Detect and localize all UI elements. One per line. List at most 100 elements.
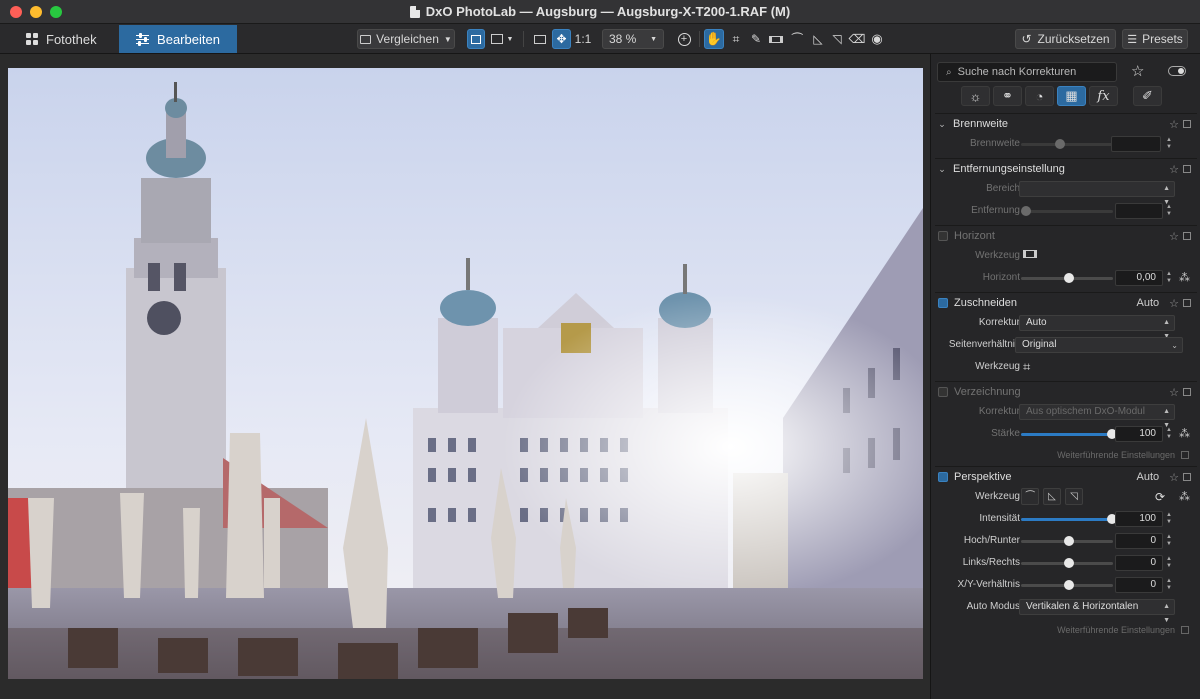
compare-button[interactable]: Vergleichen ▼ (357, 29, 455, 49)
magic-wand-icon[interactable]: ⁂ (1179, 490, 1190, 503)
links-value[interactable]: 0 (1115, 555, 1163, 571)
stepper-icon[interactable]: ▲ ▼ (1165, 512, 1173, 526)
value-field[interactable] (1111, 136, 1161, 152)
tab-geometry[interactable]: ▦ (1057, 86, 1086, 106)
reset-button[interactable]: ↺ Zurücksetzen (1015, 29, 1116, 49)
star-icon[interactable]: ☆ (1169, 163, 1179, 176)
magic-wand-icon[interactable]: ⁂ (1179, 271, 1190, 284)
search-input[interactable]: ⌕ Suche nach Korrekturen (937, 62, 1117, 82)
advanced-settings-link[interactable]: Weiterführende Einstellungen (1057, 450, 1189, 460)
tab-local-adjustments[interactable]: ✐ (1133, 86, 1162, 106)
image-canvas[interactable] (0, 54, 930, 699)
bereich-select[interactable]: ▲ ▼ (1019, 181, 1175, 206)
slider-knob[interactable] (1055, 139, 1065, 149)
slider-track[interactable] (1021, 429, 1117, 439)
tab-bearbeiten[interactable]: Bearbeiten (119, 25, 237, 53)
favorites-button[interactable]: ☆ (1131, 62, 1144, 80)
slider-track[interactable] (1021, 580, 1113, 590)
perspective-8pt-tool-button[interactable]: ◹ (827, 29, 847, 49)
zoom-select[interactable]: 38 % ▼ (602, 29, 664, 49)
star-icon[interactable]: ☆ (1169, 297, 1179, 310)
zoom-in-button[interactable]: + (674, 29, 694, 49)
tab-detail[interactable]: ◔ (1025, 86, 1054, 106)
slider-track[interactable] (1021, 206, 1113, 216)
crop-tool-button[interactable]: ⌗ (726, 29, 746, 49)
ratio-button[interactable]: 1:1 (573, 29, 593, 49)
section-header[interactable]: ⌄ Brennweite ☆ (935, 114, 1197, 134)
slider-track[interactable] (1021, 514, 1117, 524)
star-icon[interactable]: ☆ (1169, 386, 1179, 399)
xy-value[interactable]: 0 (1115, 577, 1163, 593)
section-header[interactable]: Verzeichnung ☆ (935, 382, 1197, 402)
seitenverhaeltnis-select[interactable]: Original ⌄ (1015, 337, 1183, 353)
presets-button[interactable]: ☰ Presets (1122, 29, 1188, 49)
eyedropper-tool-button[interactable]: ✎ (746, 29, 766, 49)
slider-knob[interactable] (1064, 273, 1074, 283)
intensitaet-value[interactable]: 100 (1115, 511, 1163, 527)
help-icon[interactable] (1183, 165, 1191, 173)
close-window-button[interactable] (10, 6, 22, 18)
zoom-window-button[interactable] (50, 6, 62, 18)
perspective-tool-button[interactable]: ⏜ (787, 29, 807, 49)
stepper-icon[interactable]: ▲ ▼ (1165, 534, 1173, 548)
korrektur-select[interactable]: Auto ▲▼ (1019, 315, 1175, 340)
advanced-settings-link[interactable]: Weiterführende Einstellungen (1057, 625, 1189, 635)
stepper-icon[interactable]: ▲ ▼ (1165, 556, 1173, 570)
stepper-icon[interactable]: ▲ ▼ (1165, 204, 1173, 218)
split-view-button[interactable]: ▼ (487, 29, 517, 49)
horizont-value[interactable]: 0,00 (1115, 270, 1163, 286)
stepper-icon[interactable]: ▲ ▼ (1165, 427, 1173, 441)
help-icon[interactable] (1183, 299, 1191, 307)
move-button[interactable]: ✥ (552, 29, 571, 49)
korrektur-select[interactable]: Aus optischem DxO-Modul ▲ ▼ (1019, 404, 1175, 429)
staerke-value[interactable]: 100 (1115, 426, 1163, 442)
help-icon[interactable] (1183, 120, 1191, 128)
preview-button[interactable]: ◉ (867, 29, 887, 49)
perspective-vertical-button[interactable]: ⏜ (1021, 488, 1039, 505)
perspective-rect-tool-button[interactable]: ◺ (808, 29, 828, 49)
section-header[interactable]: Zuschneiden Auto ☆ (935, 293, 1197, 313)
perspective-rect-button[interactable]: ◺ (1043, 488, 1061, 505)
tab-fotothek[interactable]: Fotothek (12, 25, 118, 53)
section-header[interactable]: Horizont ☆ (935, 226, 1197, 246)
section-header[interactable]: ⌄ Entfernungseinstellung ☆ (935, 159, 1197, 179)
section-header[interactable]: Perspektive Auto ☆ (935, 467, 1197, 487)
slider-track[interactable] (1021, 273, 1113, 283)
tab-light[interactable]: ☼ (961, 86, 990, 106)
enable-checkbox[interactable] (938, 472, 948, 482)
magic-wand-icon[interactable]: ⁂ (1179, 427, 1190, 440)
value-field[interactable] (1115, 203, 1163, 219)
slider-track[interactable] (1021, 139, 1113, 149)
slider-track[interactable] (1021, 536, 1113, 546)
hand-tool-button[interactable]: ✋ (704, 29, 724, 49)
tab-effects[interactable]: fx (1089, 86, 1118, 106)
enable-checkbox[interactable] (938, 387, 948, 397)
hoch-value[interactable]: 0 (1115, 533, 1163, 549)
toggle-button[interactable] (1168, 66, 1186, 76)
help-icon[interactable] (1183, 388, 1191, 396)
star-icon[interactable]: ☆ (1169, 230, 1179, 243)
photo-preview[interactable] (8, 68, 923, 679)
tab-color[interactable]: ⚭ (993, 86, 1022, 106)
star-icon[interactable]: ☆ (1169, 118, 1179, 131)
slider-knob[interactable] (1064, 558, 1074, 568)
slider-knob[interactable] (1064, 580, 1074, 590)
stepper-icon[interactable]: ▲ ▼ (1165, 271, 1173, 285)
auto-modus-select[interactable]: Vertikalen & Horizontalen ▲ ▼ (1019, 599, 1175, 624)
stepper-icon[interactable]: ▲ ▼ (1165, 137, 1173, 151)
minimize-window-button[interactable] (30, 6, 42, 18)
stepper-icon[interactable]: ▲ ▼ (1165, 578, 1173, 592)
perspective-8pt-button[interactable]: ◹ (1065, 488, 1083, 505)
help-icon[interactable] (1183, 473, 1191, 481)
slider-knob[interactable] (1064, 536, 1074, 546)
star-icon[interactable]: ☆ (1169, 471, 1179, 484)
enable-checkbox[interactable] (938, 298, 948, 308)
eraser-tool-button[interactable]: ⌫ (847, 29, 867, 49)
enable-checkbox[interactable] (938, 231, 948, 241)
slider-knob[interactable] (1021, 206, 1031, 216)
slider-track[interactable] (1021, 558, 1113, 568)
horizon-tool-button[interactable] (766, 29, 786, 49)
horizon-icon[interactable] (1023, 250, 1037, 258)
auto-perspective-icon[interactable]: ⟳ (1155, 490, 1165, 504)
help-icon[interactable] (1183, 232, 1191, 240)
